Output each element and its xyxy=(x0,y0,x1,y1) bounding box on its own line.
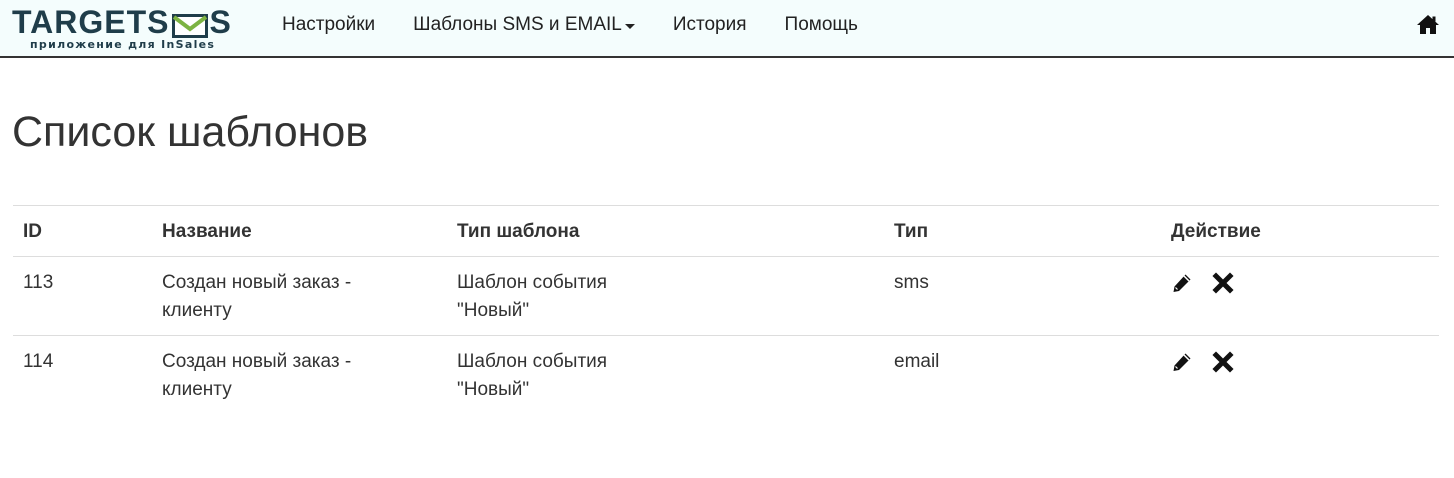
page-title: Список шаблонов xyxy=(12,108,369,156)
column-header-template-type: Тип шаблона xyxy=(457,221,580,242)
cell-template-type-text: Шаблон события "Новый" xyxy=(457,351,608,400)
cell-template-type: Шаблон события "Новый" xyxy=(447,257,884,336)
brand-name-left: TARGETS xyxy=(12,4,170,40)
cell-name-text: Создан новый заказ - клиенту xyxy=(162,351,352,400)
nav-help[interactable]: Помощь xyxy=(766,0,877,50)
cell-type: email xyxy=(894,351,940,372)
cell-actions xyxy=(1161,257,1439,336)
cell-type: sms xyxy=(894,272,929,293)
brand-logo[interactable]: TARGETS S приложение для InSales xyxy=(12,4,246,52)
envelope-icon xyxy=(171,9,208,38)
remove-icon[interactable] xyxy=(1212,272,1234,294)
column-header-action: Действие xyxy=(1171,221,1261,242)
nav-settings-label: Настройки xyxy=(282,14,376,35)
column-header-id: ID xyxy=(23,221,42,242)
column-header-name: Название xyxy=(162,221,252,242)
nav-templates-label: Шаблоны SMS и EMAIL xyxy=(413,14,622,35)
nav-history-label: История xyxy=(672,14,747,35)
templates-table: ID Название Тип шаблона Тип Действие 113… xyxy=(13,205,1439,414)
caret-down-icon xyxy=(624,24,635,29)
cell-name: Создан новый заказ - клиенту xyxy=(152,257,447,336)
home-icon[interactable] xyxy=(1416,13,1440,37)
cell-template-type: Шаблон события "Новый" xyxy=(447,336,884,415)
nav-settings[interactable]: Настройки xyxy=(263,0,394,50)
table-row: 113 Создан новый заказ - клиенту Шаблон … xyxy=(13,257,1439,336)
cell-actions xyxy=(1161,336,1439,415)
cell-name: Создан новый заказ - клиенту xyxy=(152,336,447,415)
remove-icon[interactable] xyxy=(1212,351,1234,373)
navbar: TARGETS S приложение для InSales Настрой… xyxy=(0,0,1454,58)
brand-wordmark: TARGETS S xyxy=(12,4,232,40)
brand-name-right: S xyxy=(209,4,232,40)
table-row: 114 Создан новый заказ - клиенту Шаблон … xyxy=(13,336,1439,415)
column-header-type: Тип xyxy=(894,221,929,242)
pencil-icon[interactable] xyxy=(1171,351,1193,373)
nav-help-label: Помощь xyxy=(784,14,858,35)
cell-template-type-text: Шаблон события "Новый" xyxy=(457,272,608,321)
brand-subtitle: приложение для InSales xyxy=(30,38,216,51)
cell-id: 114 xyxy=(23,351,54,372)
main-nav: Настройки Шаблоны SMS и EMAIL История По… xyxy=(263,0,877,56)
pencil-icon[interactable] xyxy=(1171,272,1193,294)
table-header-row: ID Название Тип шаблона Тип Действие xyxy=(13,205,1439,257)
nav-templates-dropdown[interactable]: Шаблоны SMS и EMAIL xyxy=(394,0,654,50)
nav-history[interactable]: История xyxy=(654,0,766,50)
cell-name-text: Создан новый заказ - клиенту xyxy=(162,272,352,321)
cell-id: 113 xyxy=(23,272,54,293)
